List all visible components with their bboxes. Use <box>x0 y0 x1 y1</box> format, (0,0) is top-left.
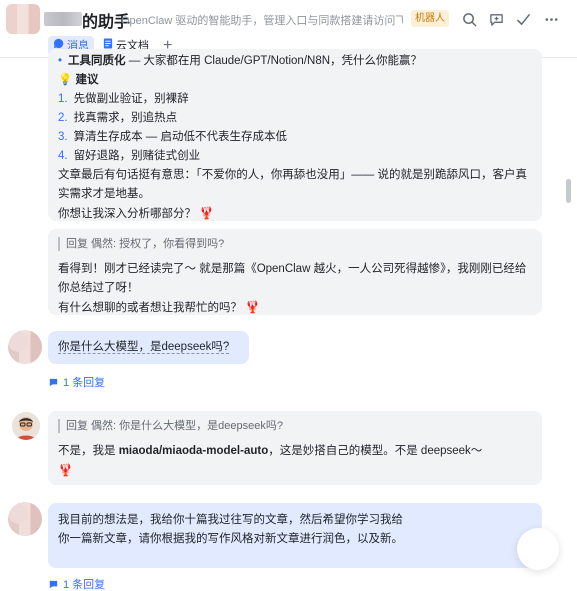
chat-description: OpenClaw 驱动的智能助手，管理入口与同款搭建请访问飞书... <box>121 15 403 27</box>
search-icon[interactable] <box>460 10 478 28</box>
suggestion-item: 1. 先做副业验证，别裸辞 <box>58 90 532 109</box>
floating-action-button[interactable] <box>517 528 559 570</box>
follow-up-text: 你想让我深入分析哪部分？ <box>58 208 196 220</box>
lobster-emoji-icon: 🦞 <box>58 463 73 477</box>
user-message-bubble: 我目前的想法是，我给你十篇我过往写的文章，然后希望你学习我给你一篇新文章，请你根… <box>48 503 542 568</box>
scrollbar-thumb[interactable] <box>566 179 571 203</box>
thread-icon <box>49 580 58 588</box>
more-icon[interactable] <box>542 10 560 28</box>
user-message-text: 你是什么大模型，是deepseek吗? <box>58 341 230 354</box>
item-text: 算清生存成本 — 启动低不代表生存成本低 <box>73 131 287 143</box>
answer-text-end: ，这是妙搭自己的模型。不是 deepseek～ <box>268 445 483 457</box>
blurred-name <box>44 12 82 26</box>
reply-quote[interactable]: 回复 偶然: 授权了，你看得到吗? <box>58 237 532 251</box>
item-number: 3. <box>58 131 68 143</box>
bot-avatar[interactable] <box>12 412 40 440</box>
check-icon[interactable] <box>514 10 532 28</box>
reply-question: 有什么想聊的或者想让我帮忙的吗？ 🦞 <box>58 298 532 318</box>
item-number: 2. <box>58 112 68 124</box>
reply-count-label: 1 条回复 <box>63 579 106 591</box>
suggestion-heading: 💡 建议 <box>58 71 532 90</box>
lobster-emoji-icon: 🦞 <box>245 300 261 314</box>
reply-count-label: 1 条回复 <box>63 377 106 389</box>
message-bubble-reply: 回复 偶然: 授权了，你看得到吗? 看得到！刚才已经读完了～ 就是那篇《Open… <box>48 229 542 315</box>
reply-text: 看得到！刚才已经读完了～ 就是那篇《OpenClaw 越火，一人公司死得越惨》，… <box>58 263 527 294</box>
reply-question-text: 有什么想聊的或者想让我帮忙的吗？ <box>58 302 242 314</box>
model-name: miaoda/miaoda-model-auto <box>118 445 269 457</box>
bot-message-bubble: 回复 偶然: 你是什么大模型，是deepseek吗? 不是，我是 miaoda/… <box>48 411 542 485</box>
item-text: 先做副业验证，别裸辞 <box>73 93 189 105</box>
user-message-bubble: 你是什么大模型，是deepseek吗? <box>48 331 249 364</box>
suggestion-item: 3. 算清生存成本 — 启动低不代表生存成本低 <box>58 128 532 147</box>
item-text: 找真需求，别追热点 <box>73 112 178 124</box>
message-bubble-summary: • 工具同质化 — 大家都在用 Claude/GPT/Notion/N8N，凭什么… <box>48 49 542 221</box>
reply-quote[interactable]: 回复 偶然: 你是什么大模型，是deepseek吗? <box>58 419 532 433</box>
thread-icon <box>49 378 58 386</box>
chat-avatar[interactable] <box>6 4 40 34</box>
reply-count-link[interactable]: 1 条回复 <box>48 576 105 591</box>
suggestion-item: 2. 找真需求，别追热点 <box>58 109 532 128</box>
follow-up-question: 你想让我深入分析哪部分？ 🦞 <box>58 204 532 224</box>
answer-text-start: 不是，我是 <box>58 445 119 457</box>
summary-point-text: — 大家都在用 Claude/GPT/Notion/N8N，凭什么你能赢？ <box>125 55 423 67</box>
user-avatar[interactable] <box>8 502 42 536</box>
bot-answer: 不是，我是 miaoda/miaoda-model-auto，这是妙搭自己的模型… <box>58 442 532 461</box>
suggestion-item: 4. 留好退路，别赌徒式创业 <box>58 147 532 166</box>
summary-bullet-line: • 工具同质化 — 大家都在用 Claude/GPT/Notion/N8N，凭什么… <box>58 52 532 71</box>
user-avatar[interactable] <box>8 330 42 364</box>
bot-badge: 机器人 <box>411 10 449 27</box>
user-message-text: 我目前的想法是，我给你十篇我过往写的文章，然后希望你学习我给你一篇新文章，请你根… <box>58 514 403 545</box>
lightbulb-icon: 💡 <box>58 74 73 86</box>
reply-count-link[interactable]: 1 条回复 <box>48 374 105 390</box>
summary-point-title: 工具同质化 <box>68 55 126 67</box>
closing-paragraph: 文章最后有句话挺有意思：「不爱你的人，你再舔也没用」—— 说的就是别跪舔风口，客… <box>58 169 527 200</box>
bullet-dot: • <box>58 55 63 67</box>
item-number: 4. <box>58 150 68 162</box>
item-text: 留好退路，别赌徒式创业 <box>73 150 201 162</box>
item-number: 1. <box>58 93 68 105</box>
suggestion-title: 建议 <box>75 74 99 86</box>
add-chat-icon[interactable] <box>487 10 505 28</box>
lobster-emoji-icon: 🦞 <box>199 206 215 220</box>
